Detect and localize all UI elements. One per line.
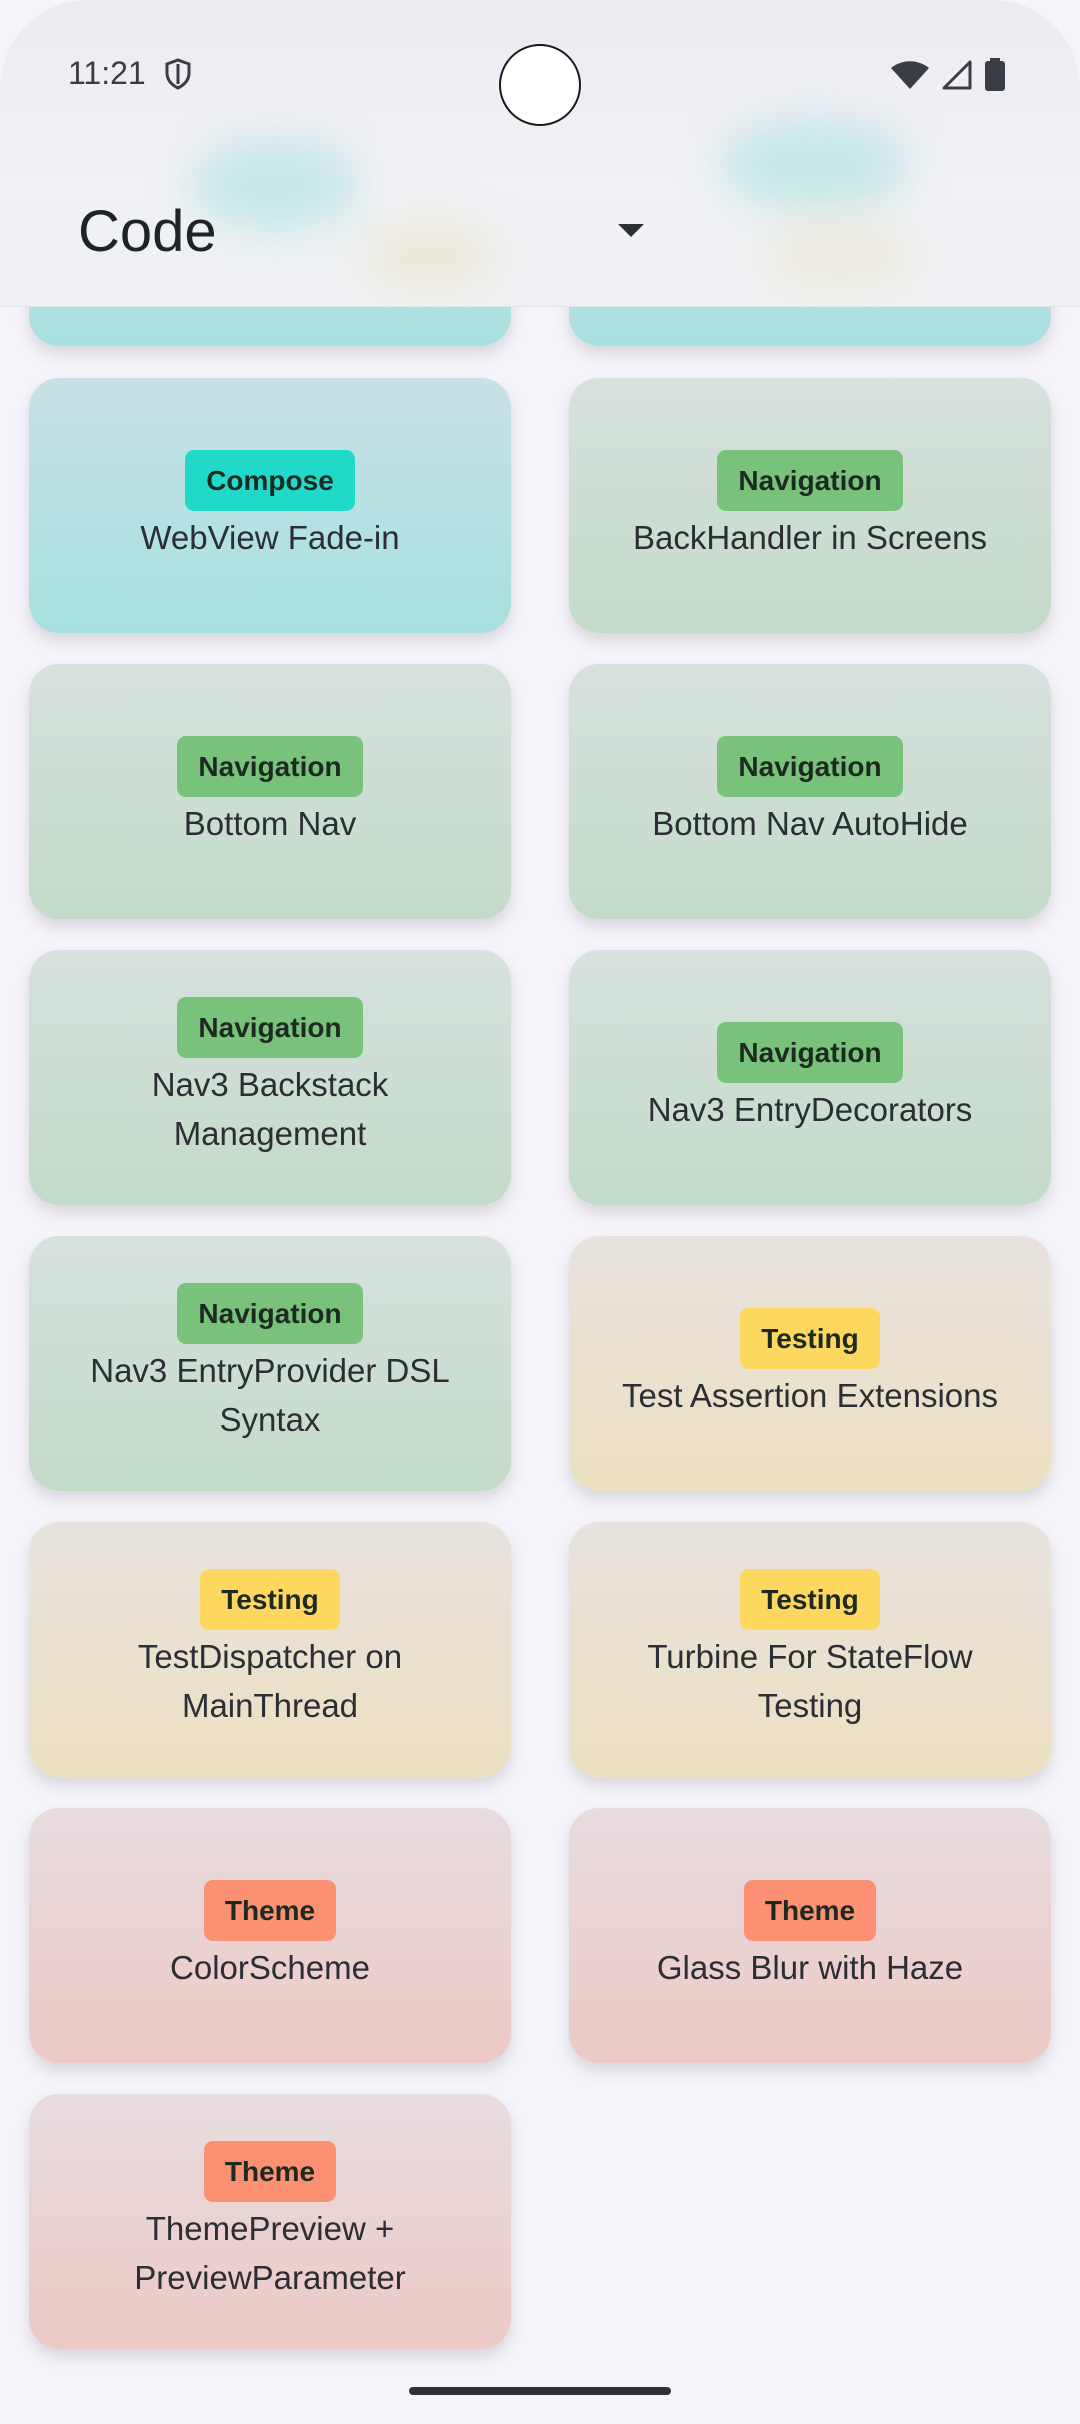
category-badge: Compose [185, 449, 355, 511]
card-title: Nav3 EntryProvider DSL Syntax [90, 1352, 450, 1438]
category-badge: Testing [740, 1307, 880, 1369]
camera-cutout [499, 44, 581, 126]
card-title: Turbine For StateFlow Testing [647, 1638, 973, 1724]
card-title: ColorScheme [170, 1948, 370, 1986]
card-title: Nav3 Backstack Management [151, 1066, 389, 1152]
card-title: ThemePreview + PreviewParameter [134, 2210, 406, 2296]
card-test-assertion[interactable]: Testing Test Assertion Extensions [569, 1236, 1051, 1491]
wifi-icon [890, 60, 930, 95]
card-title: TestDispatcher on MainThread [137, 1638, 403, 1724]
card-title: Bottom Nav [183, 804, 357, 842]
card-glass-blur[interactable]: Theme Glass Blur with Haze [569, 1808, 1051, 2063]
card-title: BackHandler in Screens [632, 518, 987, 556]
top-app-bar: 11:21 Code [0, 0, 1080, 307]
card-turbine[interactable]: Testing Turbine For StateFlow Testing [569, 1522, 1051, 1777]
chevron-down-icon [618, 224, 644, 237]
status-icons [890, 58, 1006, 97]
category-badge: Testing [740, 1569, 880, 1630]
category-badge: Navigation [717, 449, 903, 511]
card-title: Bottom Nav AutoHide [652, 804, 968, 842]
category-badge: Navigation [717, 735, 903, 797]
category-badge: Navigation [177, 1283, 363, 1344]
card-nav3-entryprovider[interactable]: Navigation Nav3 EntryProvider DSL Syntax [29, 1236, 511, 1491]
card-backhandler[interactable]: Navigation BackHandler in Screens [569, 378, 1051, 633]
shield-icon [164, 58, 192, 95]
category-dropdown[interactable]: Code [78, 188, 658, 272]
card-title: Nav3 EntryDecorators [647, 1090, 973, 1128]
card-title: Glass Blur with Haze [656, 1948, 964, 1986]
card-nav3-backstack[interactable]: Navigation Nav3 Backstack Management [29, 950, 511, 1205]
card-bottom-nav[interactable]: Navigation Bottom Nav [29, 664, 511, 919]
home-indicator[interactable] [409, 2387, 671, 2395]
blur-decoration [760, 220, 920, 290]
card-testdispatcher[interactable]: Testing TestDispatcher on MainThread [29, 1522, 511, 1777]
battery-icon [984, 58, 1006, 97]
card-nav3-entrydecorators[interactable]: Navigation Nav3 EntryDecorators [569, 950, 1051, 1205]
card-title: WebView Fade-in [140, 518, 400, 556]
category-badge: Testing [200, 1569, 340, 1630]
category-badge: Theme [203, 2141, 337, 2202]
category-badge: Navigation [717, 1021, 903, 1083]
category-badge: Theme [743, 1879, 877, 1941]
category-badge: Navigation [177, 997, 363, 1058]
card-webview-fade-in[interactable]: Compose WebView Fade-in [29, 378, 511, 633]
dropdown-selected-value: Code [78, 199, 217, 264]
card-title: Test Assertion Extensions [621, 1376, 999, 1414]
status-bar: 11:21 [0, 0, 1080, 150]
category-badge: Theme [203, 1879, 337, 1941]
card-bottom-nav-autohide[interactable]: Navigation Bottom Nav AutoHide [569, 664, 1051, 919]
signal-icon [942, 60, 972, 95]
screen: Compose WebView Fade-in Navigation BackH… [0, 0, 1080, 2424]
category-badge: Navigation [177, 735, 363, 797]
status-time: 11:21 [68, 55, 146, 91]
card-colorscheme[interactable]: Theme ColorScheme [29, 1808, 511, 2063]
card-themepreview[interactable]: Theme ThemePreview + PreviewParameter [29, 2094, 511, 2349]
card-grid: Compose WebView Fade-in Navigation BackH… [0, 0, 1080, 2424]
